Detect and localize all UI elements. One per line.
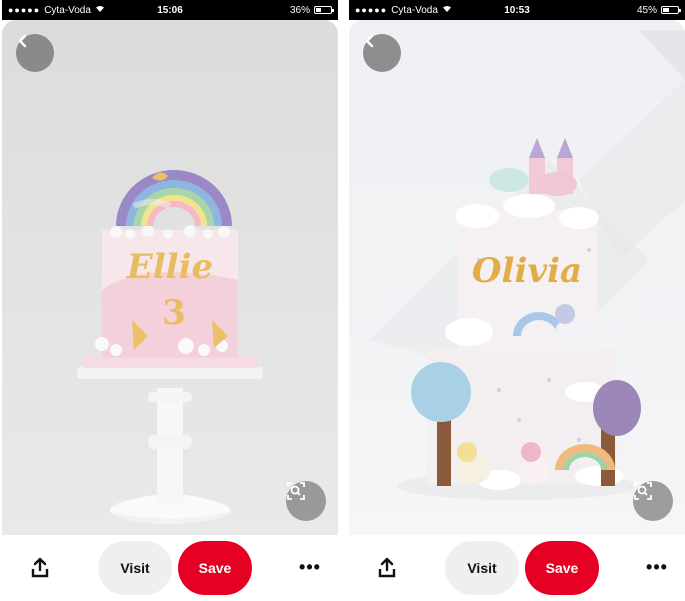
more-options-button[interactable]: ••• bbox=[645, 555, 669, 579]
status-time: 10:53 bbox=[504, 4, 530, 16]
status-time: 15:06 bbox=[157, 4, 183, 16]
status-bar: ●●●●● Cyta-Voda 15:06 36% bbox=[2, 0, 338, 20]
cake-name-text: Olivia bbox=[472, 251, 582, 291]
battery-icon bbox=[314, 6, 334, 14]
more-options-button[interactable]: ••• bbox=[298, 555, 322, 579]
visit-button[interactable]: Visit bbox=[98, 541, 172, 595]
signal-dots-icon: ●●●●● bbox=[355, 5, 388, 15]
save-button[interactable]: Save bbox=[525, 541, 599, 595]
visual-search-button[interactable] bbox=[286, 481, 326, 521]
carrier-name: Cyta-Voda bbox=[44, 4, 91, 16]
pin-action-bar: Visit Save ••• bbox=[349, 535, 685, 601]
battery-icon bbox=[661, 6, 681, 14]
save-button[interactable]: Save bbox=[178, 541, 252, 595]
wifi-icon bbox=[95, 5, 105, 16]
phone-screen-left: ●●●●● Cyta-Voda 15:06 36% Ellie 3 Visit … bbox=[2, 0, 338, 601]
more-options-icon: ••• bbox=[299, 556, 321, 577]
unicorn-cake-image: Olivia bbox=[369, 30, 685, 500]
battery-percent: 45% bbox=[636, 4, 657, 16]
share-icon bbox=[30, 557, 50, 583]
share-button[interactable] bbox=[30, 557, 50, 579]
back-button[interactable] bbox=[16, 34, 54, 72]
carrier-name: Cyta-Voda bbox=[391, 4, 438, 16]
phone-screen-right: ●●●●● Cyta-Voda 10:53 45% Olivia Visit S… bbox=[349, 0, 685, 601]
share-icon bbox=[377, 557, 397, 583]
pin-action-bar: Visit Save ••• bbox=[2, 535, 338, 601]
share-button[interactable] bbox=[377, 557, 397, 579]
status-bar: ●●●●● Cyta-Voda 10:53 45% bbox=[349, 0, 685, 20]
cake-age-text: 3 bbox=[162, 293, 186, 333]
visual-search-button[interactable] bbox=[633, 481, 673, 521]
signal-dots-icon: ●●●●● bbox=[8, 5, 41, 15]
back-button[interactable] bbox=[363, 34, 401, 72]
cake-name-text: Ellie bbox=[126, 247, 213, 287]
battery-percent: 36% bbox=[289, 4, 310, 16]
wifi-icon bbox=[442, 5, 452, 16]
pin-image[interactable]: Olivia bbox=[349, 20, 685, 535]
pin-image[interactable]: Ellie 3 bbox=[2, 20, 338, 535]
more-options-icon: ••• bbox=[646, 556, 668, 577]
rainbow-cake-image: Ellie 3 bbox=[77, 170, 263, 524]
visit-button[interactable]: Visit bbox=[445, 541, 519, 595]
